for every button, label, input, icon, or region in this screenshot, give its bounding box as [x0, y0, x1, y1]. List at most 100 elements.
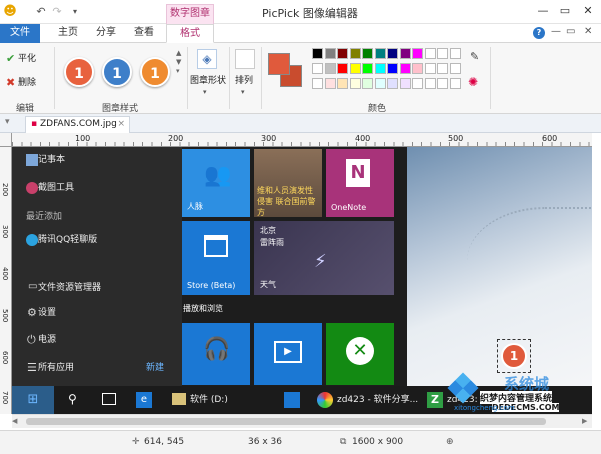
start-item-power[interactable]: 电源: [38, 332, 56, 348]
start-item-explorer[interactable]: 文件资源管理器: [38, 280, 101, 296]
color-swatch[interactable]: [362, 48, 373, 59]
close-tab-icon[interactable]: ×: [117, 117, 125, 132]
color-swatch[interactable]: [324, 78, 336, 89]
tile-weather[interactable]: 北京 雷阵雨 ⚡ 天气: [254, 221, 394, 295]
color-swatch[interactable]: [312, 78, 323, 89]
ribbon-close-icon[interactable]: ✕: [584, 26, 592, 37]
start-item-snipping[interactable]: 截图工具: [38, 180, 74, 196]
primary-color[interactable]: [268, 53, 290, 75]
file-tab[interactable]: ▪ ZDFANS.COM.jpg ×: [25, 116, 130, 133]
color-wheel-icon[interactable]: ✺: [468, 75, 478, 89]
color-swatch[interactable]: [337, 78, 348, 89]
color-swatch[interactable]: [387, 78, 398, 89]
chevron-down-icon[interactable]: ▾: [241, 88, 245, 96]
taskbar-item-zd423-share[interactable]: zd423 - 软件分享...: [337, 386, 418, 414]
color-swatch[interactable]: [449, 78, 461, 89]
windows-start-icon[interactable]: ⊞: [12, 386, 54, 414]
tab-view[interactable]: 查看: [126, 24, 162, 43]
watermark-logo-icon: [447, 372, 479, 404]
color-swatch[interactable]: [312, 48, 323, 59]
color-swatch[interactable]: [449, 63, 461, 74]
tab-share[interactable]: 分享: [88, 24, 124, 43]
ribbon-minimize-icon[interactable]: —: [551, 26, 561, 37]
color-swatch[interactable]: [399, 48, 411, 59]
browser-icon[interactable]: e: [136, 392, 152, 408]
scrollbar-thumb[interactable]: [26, 418, 546, 425]
color-swatch[interactable]: [412, 63, 423, 74]
tab-list-icon[interactable]: ▾: [5, 117, 10, 127]
color-swatch[interactable]: [337, 48, 348, 59]
tile-onenote[interactable]: N OneNote: [326, 149, 394, 217]
scroll-right-icon[interactable]: ▶: [582, 417, 587, 425]
color-swatch[interactable]: [374, 78, 386, 89]
chevron-down-icon[interactable]: ▾: [203, 88, 207, 96]
color-swatch[interactable]: [424, 63, 436, 74]
stamp-style-2[interactable]: 1: [102, 57, 132, 87]
eyedropper-icon[interactable]: ✎: [470, 50, 479, 63]
color-swatch[interactable]: [399, 78, 411, 89]
search-icon[interactable]: ⚲: [68, 392, 77, 406]
image-canvas[interactable]: 记事本 截图工具 最近添加 腾讯QQ轻聊版 ▭ 文件资源管理器 ⚙ 设置 ⏻ 电…: [12, 147, 592, 414]
color-swatch[interactable]: [337, 63, 348, 74]
task-view-icon[interactable]: [102, 393, 116, 405]
tile-video[interactable]: ▶: [254, 323, 322, 385]
redo-icon[interactable]: ↷: [50, 5, 64, 19]
color-swatch[interactable]: [449, 48, 461, 59]
stamp-style-1[interactable]: 1: [64, 57, 94, 87]
color-swatch[interactable]: [374, 63, 386, 74]
color-swatch[interactable]: [349, 63, 361, 74]
tile-store[interactable]: Store (Beta): [182, 221, 250, 295]
color-swatch[interactable]: [374, 48, 386, 59]
color-swatch[interactable]: [412, 78, 423, 89]
color-swatch[interactable]: [324, 48, 336, 59]
undo-icon[interactable]: ↶: [34, 5, 48, 19]
arrange-button[interactable]: 排列: [235, 73, 253, 89]
color-swatch[interactable]: [412, 48, 423, 59]
flatten-button[interactable]: 平化: [18, 51, 36, 67]
gallery-scroll-icon[interactable]: ▲ ▼ ▾: [176, 49, 181, 76]
tab-home[interactable]: 主页: [50, 24, 86, 43]
color-swatch[interactable]: [437, 63, 448, 74]
stamp-shape-icon[interactable]: ◈: [197, 49, 217, 69]
tile-people-label: 人脉: [187, 202, 203, 211]
tile-xbox[interactable]: ✕: [326, 323, 394, 385]
maximize-button[interactable]: ▭: [555, 3, 575, 19]
color-swatch[interactable]: [387, 63, 398, 74]
color-swatch[interactable]: [399, 63, 411, 74]
color-swatch[interactable]: [424, 78, 436, 89]
start-item-all-apps[interactable]: 所有应用: [38, 360, 74, 376]
tab-format[interactable]: 格式: [166, 24, 214, 43]
color-swatch[interactable]: [324, 63, 336, 74]
tile-people[interactable]: 👥 人脉: [182, 149, 250, 217]
color-swatch[interactable]: [349, 48, 361, 59]
color-swatch[interactable]: [437, 78, 448, 89]
start-item-qq[interactable]: 腾讯QQ轻聊版: [38, 232, 97, 248]
help-icon[interactable]: ?: [533, 27, 545, 39]
stamp-shape-button[interactable]: 图章形状: [190, 73, 226, 89]
start-item-notepad[interactable]: 记事本: [38, 152, 65, 168]
customize-quickaccess-icon[interactable]: ▾: [68, 5, 82, 19]
color-swatch[interactable]: [362, 78, 373, 89]
delete-button[interactable]: 删除: [18, 75, 36, 91]
color-swatch[interactable]: [312, 63, 323, 74]
tab-file[interactable]: 文件: [0, 24, 40, 43]
canvas-stamp[interactable]: 1: [501, 343, 527, 369]
scroll-left-icon[interactable]: ◀: [12, 417, 17, 425]
store-taskbar-icon[interactable]: [284, 392, 300, 408]
color-swatch[interactable]: [424, 48, 436, 59]
tile-music[interactable]: 🎧: [182, 323, 250, 385]
stamp-selection-box[interactable]: 1: [497, 339, 531, 373]
color-swatch[interactable]: [349, 78, 361, 89]
color-swatch[interactable]: [387, 48, 398, 59]
start-item-settings[interactable]: 设置: [38, 305, 56, 321]
arrange-icon[interactable]: [235, 49, 255, 69]
stamp-style-3[interactable]: 1: [140, 57, 170, 87]
horizontal-scrollbar[interactable]: ◀ ▶: [12, 414, 592, 428]
taskbar-item-drive[interactable]: 软件 (D:): [190, 386, 228, 414]
minimize-button[interactable]: —: [533, 3, 553, 19]
close-button[interactable]: ✕: [578, 3, 598, 19]
ribbon-restore-icon[interactable]: ▭: [566, 26, 575, 37]
tile-news[interactable]: 维和人员演发性 侵害 联合国前警方: [254, 149, 322, 217]
color-swatch[interactable]: [437, 48, 448, 59]
color-swatch[interactable]: [362, 63, 373, 74]
